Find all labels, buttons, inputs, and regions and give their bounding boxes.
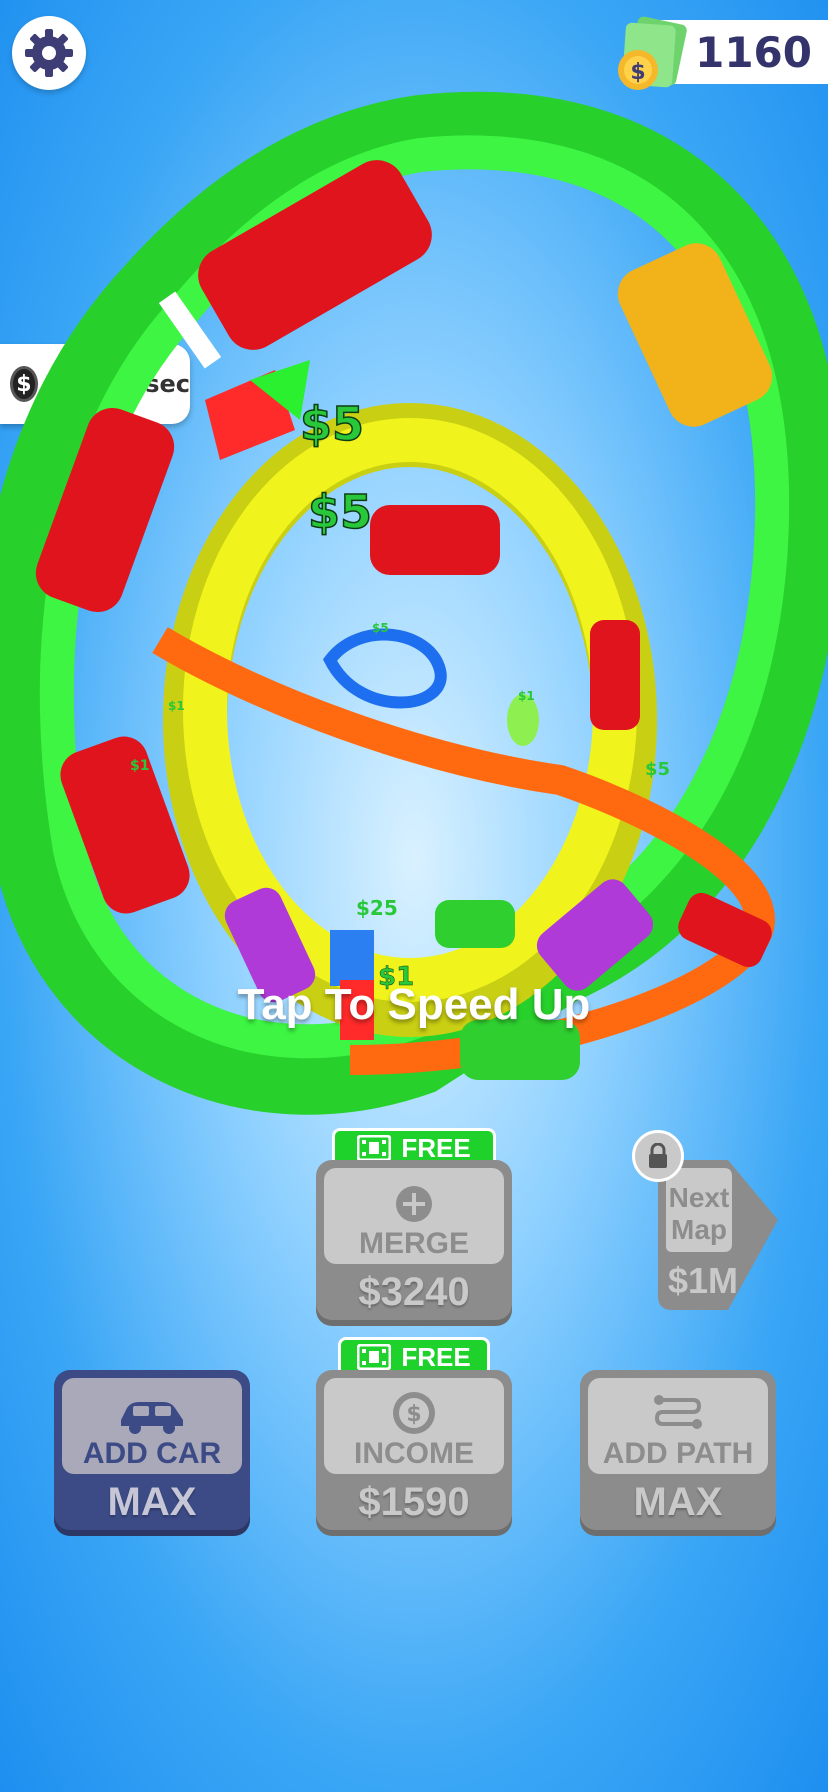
- dollar-coin-icon: $: [393, 1392, 435, 1434]
- add-path-button-face: ADD PATH: [588, 1378, 768, 1474]
- money-label: $5: [372, 621, 389, 635]
- money-label: $1: [168, 699, 185, 713]
- path-icon: [654, 1395, 702, 1429]
- race-track-scene[interactable]: $5 $5 $5 $1 $1 $1 $5 $25 $1: [0, 60, 828, 1140]
- income-price: $1590: [358, 1480, 470, 1524]
- income-button-face: $ INCOME: [324, 1378, 504, 1474]
- free-label: FREE: [401, 1341, 471, 1372]
- add-car-price: MAX: [107, 1480, 197, 1524]
- money-label: $25: [356, 896, 398, 920]
- free-label: FREE: [401, 1132, 471, 1163]
- money-label: $1: [518, 689, 535, 703]
- merge-label: MERGE: [358, 1227, 469, 1260]
- merge-button[interactable]: MERGE $3240: [316, 1160, 512, 1320]
- video-ad-icon: [357, 1135, 392, 1161]
- next-map-button[interactable]: Next Map $1M: [658, 1160, 778, 1318]
- video-ad-icon: [357, 1344, 392, 1370]
- merge-button-face: MERGE: [324, 1168, 504, 1264]
- car-icon: [121, 1402, 183, 1434]
- add-car-button[interactable]: ADD CAR MAX: [54, 1370, 250, 1530]
- plus-icon: [396, 1186, 432, 1222]
- income-button[interactable]: $ INCOME $1590: [316, 1370, 512, 1530]
- money-label: $5: [645, 759, 670, 780]
- car: [435, 900, 515, 948]
- add-path-button[interactable]: ADD PATH MAX: [580, 1370, 776, 1530]
- tap-to-speed-up-prompt: Tap To Speed Up: [237, 980, 591, 1029]
- lock-icon: [632, 1130, 684, 1182]
- next-map-price: $1M: [667, 1260, 739, 1301]
- car: [370, 505, 500, 575]
- add-path-label: ADD PATH: [602, 1437, 754, 1470]
- money-label: $1: [130, 758, 149, 774]
- car: [590, 620, 640, 730]
- add-path-price: MAX: [633, 1480, 723, 1524]
- add-car-label: ADD CAR: [82, 1437, 222, 1470]
- income-label: INCOME: [354, 1437, 474, 1470]
- money-label: $5: [300, 397, 364, 451]
- money-label: $5: [308, 485, 372, 539]
- next-map-label-line2: Map: [671, 1214, 727, 1245]
- add-car-button-face: ADD CAR: [62, 1378, 242, 1474]
- svg-text:$: $: [406, 1402, 421, 1427]
- next-map-label-line1: Next: [668, 1182, 730, 1213]
- merge-price: $3240: [358, 1270, 470, 1314]
